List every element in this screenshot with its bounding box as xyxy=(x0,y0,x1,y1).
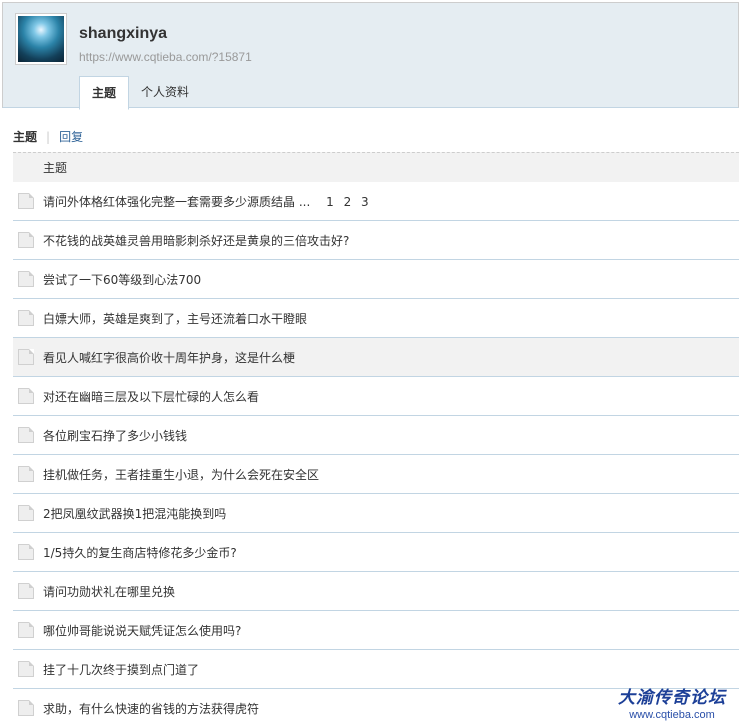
page-link-1[interactable]: 1 xyxy=(326,195,334,209)
subnav-threads[interactable]: 主题 xyxy=(13,128,37,145)
thread-title[interactable]: 白嫖大师，英雄是爽到了，主号还流着口水干瞪眼 xyxy=(43,310,307,327)
thread-row: 2把凤凰纹武器换1把混沌能换到吗 xyxy=(13,494,739,533)
thread-document-icon xyxy=(18,388,34,404)
thread-title[interactable]: 求助，有什么快速的省钱的方法获得虎符 xyxy=(43,700,259,717)
thread-row-hovered: 看见人喊红字很高价收十周年护身，这是什么梗 xyxy=(13,338,739,377)
thread-title[interactable]: 看见人喊红字很高价收十周年护身，这是什么梗 xyxy=(43,349,295,366)
thread-title[interactable]: 请问功勋状礼在哪里兑换 xyxy=(43,583,175,600)
tab-profile-info[interactable]: 个人资料 xyxy=(129,76,201,109)
thread-row: 各位刷宝石挣了多少小钱钱 xyxy=(13,416,739,455)
thread-row: 不花钱的战英雄灵兽用暗影刺杀好还是黄泉的三倍攻击好? xyxy=(13,221,739,260)
thread-document-icon xyxy=(18,271,34,287)
profile-url[interactable]: https://www.cqtieba.com/?15871 xyxy=(79,50,252,64)
thread-title[interactable]: 挂机做任务，王者挂重生小退，为什么会死在安全区 xyxy=(43,466,319,483)
thread-row: 请问功勋状礼在哪里兑换 xyxy=(13,572,739,611)
thread-title[interactable]: 请问外体格红体强化完整一套需要多少源质结晶 ... 1 2 3 xyxy=(43,193,369,210)
thread-document-icon xyxy=(18,232,34,248)
subnav-replies[interactable]: 回复 xyxy=(59,128,83,145)
thread-document-icon xyxy=(18,466,34,482)
thread-row: 1/5持久的复生商店特修花多少金币? xyxy=(13,533,739,572)
thread-row: 尝试了一下60等级到心法700 xyxy=(13,260,739,299)
thread-title[interactable]: 2把凤凰纹武器换1把混沌能换到吗 xyxy=(43,505,226,522)
profile-tabs: 主题 个人资料 xyxy=(79,76,201,110)
thread-row: 对还在幽暗三层及以下层忙碌的人怎么看 xyxy=(13,377,739,416)
thread-document-icon xyxy=(18,349,34,365)
thread-document-icon xyxy=(18,661,34,677)
thread-title[interactable]: 不花钱的战英雄灵兽用暗影刺杀好还是黄泉的三倍攻击好? xyxy=(43,232,349,249)
watermark-url: www.cqtieba.com xyxy=(629,709,715,721)
thread-title[interactable]: 尝试了一下60等级到心法700 xyxy=(43,271,201,288)
thread-document-icon xyxy=(18,505,34,521)
thread-title[interactable]: 1/5持久的复生商店特修花多少金币? xyxy=(43,544,237,561)
watermark-logo: 大渝传奇论坛 xyxy=(618,688,726,708)
thread-document-icon xyxy=(18,310,34,326)
subnav-separator: | xyxy=(46,129,51,144)
thread-document-icon xyxy=(18,193,34,209)
thread-document-icon xyxy=(18,544,34,560)
username[interactable]: shangxinya xyxy=(79,25,167,43)
thread-pages: 1 2 3 xyxy=(320,195,369,209)
thread-title[interactable]: 挂了十几次终于摸到点门道了 xyxy=(43,661,199,678)
list-header: 主题 xyxy=(13,152,739,182)
thread-document-icon xyxy=(18,700,34,716)
thread-document-icon xyxy=(18,427,34,443)
thread-row: 哪位帅哥能说说天赋凭证怎么使用吗? xyxy=(13,611,739,650)
avatar[interactable] xyxy=(15,13,67,65)
site-watermark: 大渝传奇论坛 www.cqtieba.com xyxy=(612,683,732,721)
profile-header: shangxinya https://www.cqtieba.com/?1587… xyxy=(2,2,739,110)
thread-document-icon xyxy=(18,583,34,599)
thread-list: 主题 请问外体格红体强化完整一套需要多少源质结晶 ... 1 2 3 不花钱的战… xyxy=(13,152,739,724)
thread-title[interactable]: 各位刷宝石挣了多少小钱钱 xyxy=(43,427,187,444)
thread-title[interactable]: 哪位帅哥能说说天赋凭证怎么使用吗? xyxy=(43,622,241,639)
avatar-image xyxy=(18,16,64,62)
page-link-2[interactable]: 2 xyxy=(344,195,352,209)
tab-threads[interactable]: 主题 xyxy=(79,76,130,110)
thread-row: 请问外体格红体强化完整一套需要多少源质结晶 ... 1 2 3 xyxy=(13,182,739,221)
thread-row: 白嫖大师，英雄是爽到了，主号还流着口水干瞪眼 xyxy=(13,299,739,338)
sub-navigation: 主题 | 回复 xyxy=(13,128,83,145)
page-link-3[interactable]: 3 xyxy=(361,195,369,209)
thread-document-icon xyxy=(18,622,34,638)
thread-title[interactable]: 对还在幽暗三层及以下层忙碌的人怎么看 xyxy=(43,388,259,405)
thread-row: 挂机做任务，王者挂重生小退，为什么会死在安全区 xyxy=(13,455,739,494)
